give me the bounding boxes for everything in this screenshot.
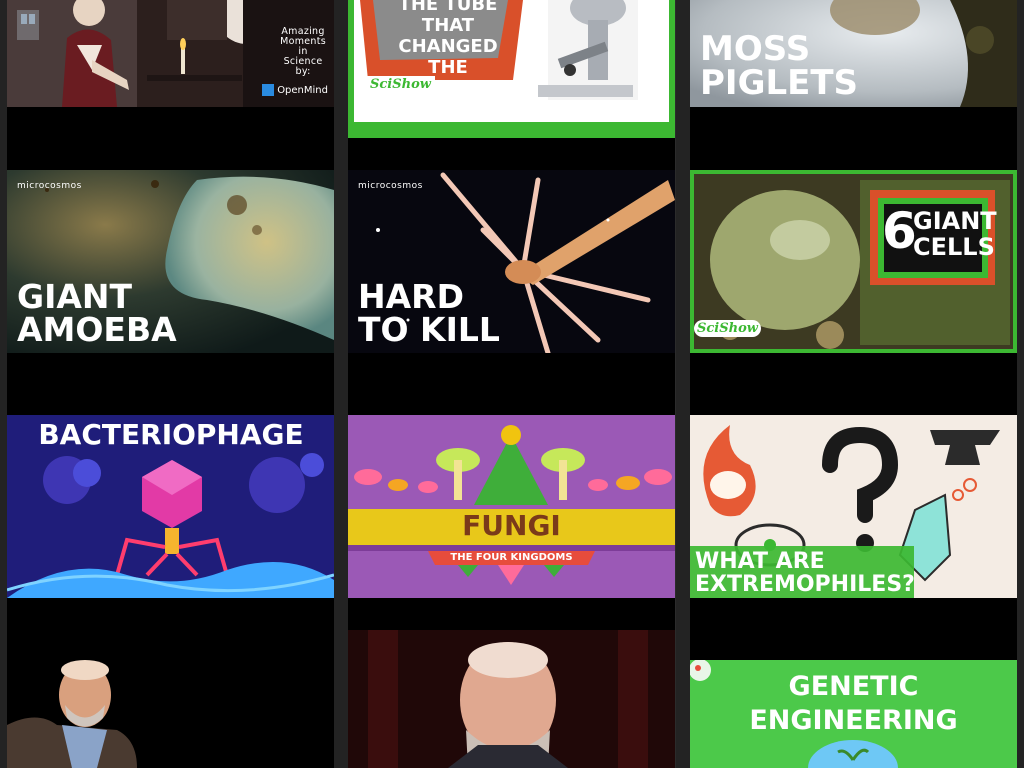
video-thumbnail-giant-amoeba[interactable]: microcosmos GIANT AMOEBA: [7, 170, 334, 353]
video-thumbnail-giant-cells[interactable]: 6 GIANT CELLS SciShow: [690, 170, 1017, 353]
speaker-photo: [348, 630, 675, 768]
video-thumbnail-extremophiles[interactable]: WHAT ARE EXTREMOPHILES?: [690, 415, 1017, 598]
column-divider: [676, 0, 690, 768]
amazing-title: Amazing Moments in Science by:: [280, 26, 326, 77]
video-thumbnail-speaker-2[interactable]: [348, 630, 675, 768]
video-grid: Amazing Moments in Science by: OpenMind: [0, 0, 1024, 768]
extremophiles-title: WHAT ARE EXTREMOPHILES?: [695, 549, 915, 597]
amoeba-title: GIANT AMOEBA: [17, 277, 177, 349]
scishow-badge: SciShow: [366, 76, 435, 93]
speaker-photo: [7, 630, 334, 768]
microcosmos-brand: microcosmos: [358, 181, 423, 191]
grid-column-1: Amazing Moments in Science by: OpenMind: [7, 0, 334, 768]
video-thumbnail-bacteriophage[interactable]: BACTERIOPHAGE: [7, 415, 334, 598]
fungi-title: FUNGI: [462, 509, 561, 542]
video-thumbnail-amazing-moments[interactable]: Amazing Moments in Science by: OpenMind: [7, 0, 334, 107]
moss-piglets-title: MOSS PIGLETS: [700, 29, 859, 103]
bacteriophage-title: BACTERIOPHAGE: [38, 418, 304, 451]
openmind-logo: OpenMind: [262, 84, 328, 96]
video-thumbnail-hard-to-kill[interactable]: microcosmos HARD TO KILL: [348, 170, 675, 353]
scishow-badge: SciShow: [694, 320, 761, 337]
microcosmos-brand: microcosmos: [17, 181, 82, 191]
video-thumbnail-moss-piglets[interactable]: MOSS PIGLETS: [690, 0, 1017, 107]
genetic-engineering-title: GENETIC ENGINEERING: [749, 671, 958, 736]
video-thumbnail-fungi[interactable]: FUNGI THE FOUR KINGDOMS: [348, 415, 675, 598]
left-gutter: [0, 0, 7, 768]
giant-cells-title: GIANT CELLS: [913, 207, 997, 261]
giant-cells-number: 6: [882, 202, 917, 260]
grid-column-2: THE TUBE THAT CHANGED THE WORLD SciShow: [348, 0, 675, 768]
hard-to-kill-title: HARD TO KILL: [358, 277, 500, 349]
video-thumbnail-tube-changed-world[interactable]: THE TUBE THAT CHANGED THE WORLD SciShow: [348, 0, 675, 138]
fungi-illustration: [348, 415, 675, 598]
video-thumbnail-genetic-engineering[interactable]: GENETIC ENGINEERING: [690, 660, 1017, 768]
video-thumbnail-speaker-1[interactable]: [7, 630, 334, 768]
right-gutter: [1017, 0, 1024, 768]
grid-column-3: MOSS PIGLETS 6 GIANT CELLS SciShow WHAT …: [690, 0, 1017, 768]
fungi-subtitle: THE FOUR KINGDOMS: [450, 552, 573, 563]
column-divider: [334, 0, 348, 768]
openmind-icon: [262, 84, 275, 96]
